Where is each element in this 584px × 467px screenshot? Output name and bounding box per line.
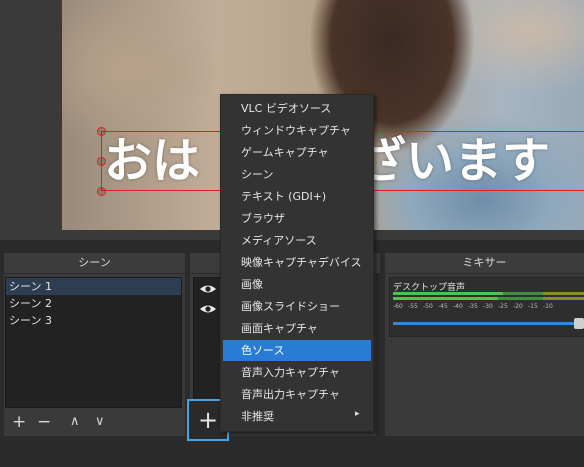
scale-label: -45 [438, 303, 448, 310]
menu-item-media-source[interactable]: メディアソース [223, 230, 371, 251]
scale-label: -15 [528, 303, 538, 310]
resize-handle-bottom-left[interactable] [97, 187, 106, 196]
menu-item-window-capture[interactable]: ウィンドウキャプチャ [223, 120, 371, 141]
scale-label: -25 [498, 303, 508, 310]
scale-label: -60 [393, 303, 403, 310]
scale-label: -50 [423, 303, 433, 310]
menu-item-audio-output-capture[interactable]: 音声出力キャプチャ [223, 384, 371, 405]
menu-item-audio-input-capture[interactable]: 音声入力キャプチャ [223, 362, 371, 383]
scale-label: -10 [543, 303, 553, 310]
move-scene-up-button[interactable]: ∧ [70, 412, 80, 432]
menu-item-text-gdi[interactable]: テキスト (GDI+) [223, 186, 371, 207]
scene-item-3[interactable]: シーン 3 [6, 312, 181, 329]
menu-item-browser[interactable]: ブラウザ [223, 208, 371, 229]
menu-item-image[interactable]: 画像 [223, 274, 371, 295]
scenes-panel-title: シーン [4, 253, 185, 273]
add-scene-button[interactable]: + [12, 412, 26, 432]
menu-item-game-capture[interactable]: ゲームキャプチャ [223, 142, 371, 163]
scene-item-1[interactable]: シーン 1 [6, 278, 181, 295]
menu-item-image-slideshow[interactable]: 画像スライドショー [223, 296, 371, 317]
volume-meter [393, 292, 584, 302]
scenes-list[interactable]: シーン 1 シーン 2 シーン 3 [5, 277, 182, 408]
menu-item-video-capture-device[interactable]: 映像キャプチャデバイス [223, 252, 371, 273]
mixer-panel-title: ミキサー [385, 253, 584, 273]
menu-item-color-source[interactable]: 色ソース [223, 340, 371, 361]
add-source-menu: VLC ビデオソース ウィンドウキャプチャ ゲームキャプチャ シーン テキスト … [220, 94, 374, 432]
volume-slider-handle[interactable] [574, 318, 584, 329]
menu-item-deprecated[interactable]: 非推奨 [223, 406, 371, 427]
menu-item-vlc-video-source[interactable]: VLC ビデオソース [223, 98, 371, 119]
menu-item-display-capture[interactable]: 画面キャプチャ [223, 318, 371, 339]
volume-slider[interactable] [393, 322, 580, 325]
scene-item-2[interactable]: シーン 2 [6, 295, 181, 312]
scale-label: -20 [513, 303, 523, 310]
remove-scene-button[interactable]: − [37, 412, 51, 432]
eye-icon[interactable] [199, 301, 217, 315]
resize-handle-top-left[interactable] [97, 127, 106, 136]
eye-icon[interactable] [199, 281, 217, 295]
scale-label: -40 [453, 303, 463, 310]
menu-item-scene[interactable]: シーン [223, 164, 371, 185]
scale-label: -30 [483, 303, 493, 310]
scale-label: -35 [468, 303, 478, 310]
resize-handle-left[interactable] [97, 157, 106, 166]
scale-label: -55 [408, 303, 418, 310]
sources-list[interactable] [193, 277, 223, 408]
submenu-arrow-icon: ▸ [355, 409, 360, 419]
move-scene-down-button[interactable]: ∨ [95, 412, 105, 432]
